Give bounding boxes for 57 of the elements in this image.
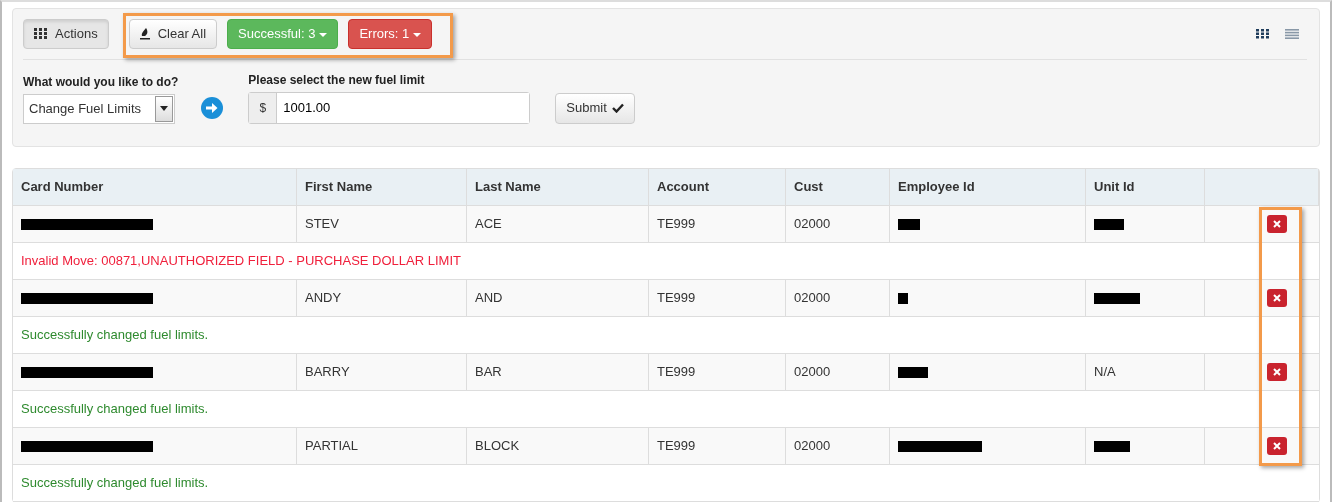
checkmark-icon (611, 103, 624, 113)
table-cell-text: 02000 (794, 437, 831, 456)
close-icon (1273, 294, 1281, 302)
grid-view-icon[interactable] (1256, 28, 1269, 39)
table-cell-text: ANDY (305, 289, 342, 308)
column-header: Last Name (467, 169, 649, 206)
actions-button[interactable]: Actions (23, 19, 109, 49)
column-header: Employee Id (890, 169, 1086, 206)
submit-button[interactable]: Submit (555, 92, 635, 124)
table-cell-text: 02000 (794, 215, 831, 234)
redaction-bar (898, 292, 908, 304)
redaction-bar (898, 218, 920, 230)
action-select[interactable]: Change Fuel Limits (23, 93, 175, 124)
status-message: Successfully changed fuel limits. (21, 474, 209, 493)
table-cell-text: TE999 (657, 215, 696, 234)
status-message: Invalid Move: 00871,UNAUTHORIZED FIELD - PURCHASE DOLLAR LIMIT (21, 252, 461, 271)
close-icon (1273, 442, 1281, 450)
table-cell-text: BLOCK (475, 437, 520, 456)
close-icon (1273, 220, 1281, 228)
column-header: Card Number (13, 169, 297, 206)
remove-button[interactable] (1267, 215, 1287, 233)
table-cell-text: BARRY (305, 363, 350, 382)
redaction-bar (898, 366, 928, 378)
status-message: Successfully changed fuel limits. (21, 326, 209, 345)
eraser-icon (139, 27, 150, 41)
redaction-bar (1094, 292, 1140, 304)
fuel-limit-input[interactable]: $ 1001.00 (248, 91, 531, 124)
caret-icon (160, 106, 168, 111)
list-view-icon[interactable] (1285, 28, 1299, 39)
table-cell-text: N/A (1094, 363, 1116, 382)
clear-all-button[interactable]: Clear All (128, 19, 218, 49)
remove-button[interactable] (1267, 437, 1287, 455)
table-cell-text: 02000 (794, 289, 831, 308)
column-header: Unit Id (1086, 169, 1205, 206)
remove-button[interactable] (1267, 289, 1287, 307)
table-cell-text: BAR (475, 363, 502, 382)
redaction-bar (1094, 440, 1130, 452)
table-cell-text: AND (475, 289, 503, 308)
field-label: What would you like to do? (23, 73, 179, 91)
table-cell-text: TE999 (657, 363, 696, 382)
table-cell-text: TE999 (657, 289, 696, 308)
table-cell-text: 02000 (794, 363, 831, 382)
column-header: First Name (297, 169, 467, 206)
status-message: Successfully changed fuel limits. (21, 400, 209, 419)
table-cell-text: TE999 (657, 437, 696, 456)
field-label: Please select the new fuel limit (248, 71, 426, 89)
remove-button[interactable] (1267, 363, 1287, 381)
column-header: Account (649, 169, 786, 206)
errors-dropdown[interactable]: Errors: 1 (348, 19, 433, 49)
arrow-right-icon[interactable] (200, 95, 225, 120)
table-cell-text: STEV (305, 215, 339, 234)
table-cell-text: PARTIAL (305, 437, 358, 456)
table-cell-text: ACE (475, 215, 502, 234)
grid-icon (34, 28, 47, 40)
close-icon (1273, 368, 1281, 376)
redaction-bar (1094, 218, 1124, 230)
column-header: Cust (786, 169, 890, 206)
